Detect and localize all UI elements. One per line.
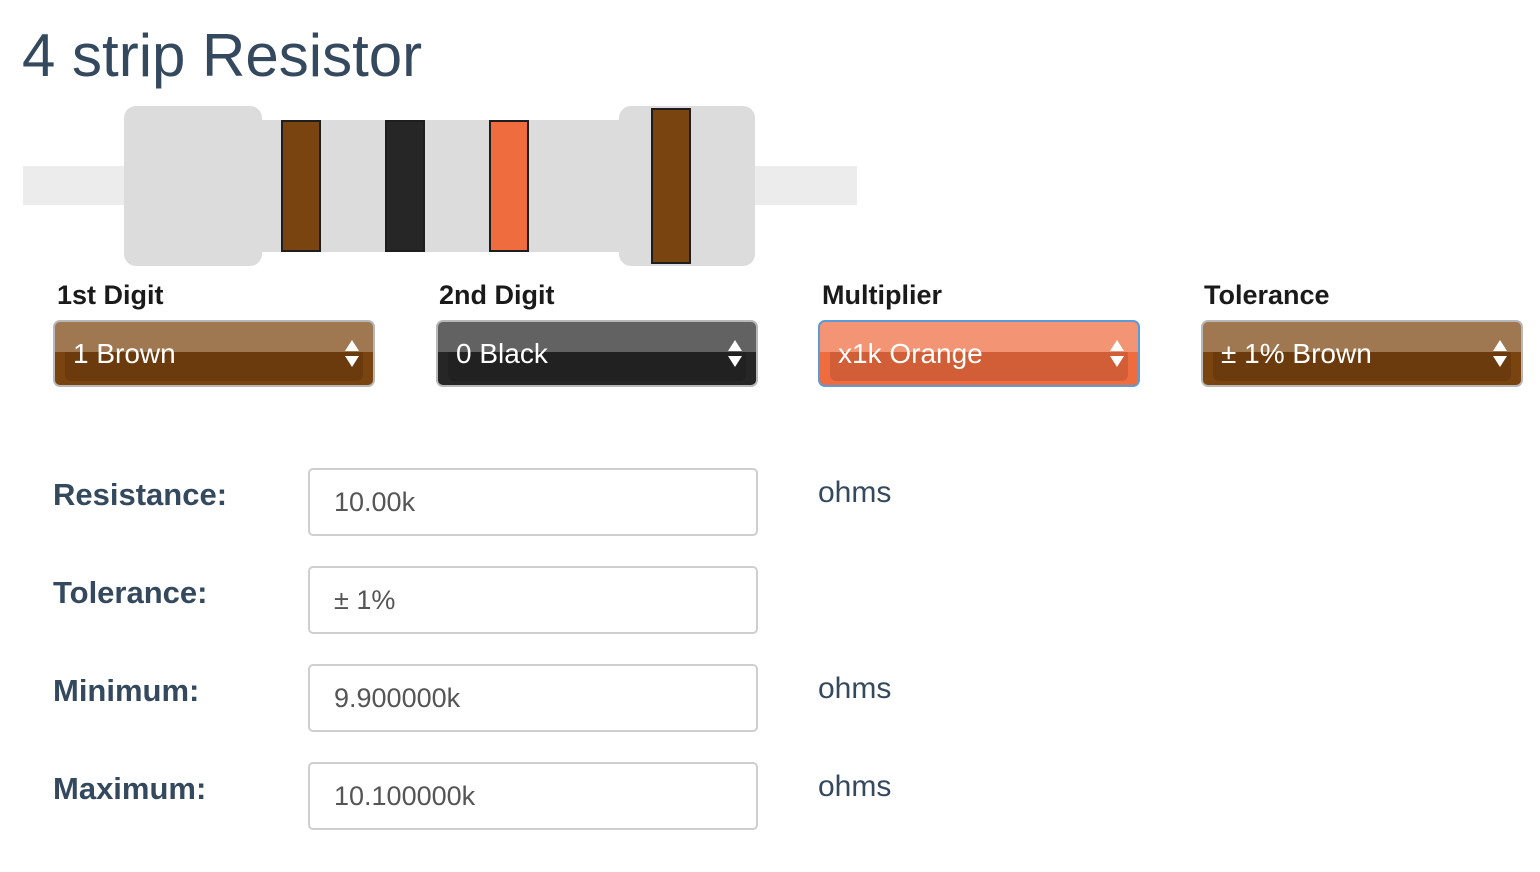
select-arrows-icon (345, 340, 359, 370)
minimum-unit: ohms (818, 672, 892, 705)
first-digit-label: 1st Digit (57, 280, 164, 310)
first-digit-select[interactable]: 1 Brown (53, 320, 375, 387)
multiplier-value: x1k Orange (838, 338, 983, 369)
resistance-field[interactable] (308, 468, 758, 536)
tolerance-field[interactable] (308, 566, 758, 634)
band-tolerance (651, 108, 691, 264)
second-digit-value: 0 Black (456, 338, 548, 369)
first-digit-value: 1 Brown (73, 338, 176, 369)
select-arrows-icon (728, 340, 742, 370)
tolerance-select[interactable]: ± 1% Brown (1201, 320, 1523, 387)
multiplier-select[interactable]: x1k Orange (818, 320, 1140, 387)
second-digit-select[interactable]: 0 Black (436, 320, 758, 387)
maximum-label: Maximum: (53, 771, 207, 806)
second-digit-label: 2nd Digit (439, 280, 555, 310)
resistance-label: Resistance: (53, 477, 228, 512)
select-arrows-icon (1110, 340, 1124, 370)
band-multiplier (489, 120, 529, 252)
minimum-label: Minimum: (53, 673, 200, 708)
resistor-end-cap-left (124, 106, 262, 266)
band-1st-digit (281, 120, 321, 252)
tolerance-value: ± 1% Brown (1221, 338, 1372, 369)
band-2nd-digit (385, 120, 425, 252)
tolerance-result-label: Tolerance: (53, 575, 208, 610)
minimum-field[interactable] (308, 664, 758, 732)
maximum-field[interactable] (308, 762, 758, 830)
resistor-diagram (0, 0, 900, 280)
maximum-unit: ohms (818, 770, 892, 803)
tolerance-select-label: Tolerance (1204, 280, 1330, 310)
multiplier-label: Multiplier (822, 280, 942, 310)
resistance-unit: ohms (818, 476, 892, 509)
select-arrows-icon (1493, 340, 1507, 370)
